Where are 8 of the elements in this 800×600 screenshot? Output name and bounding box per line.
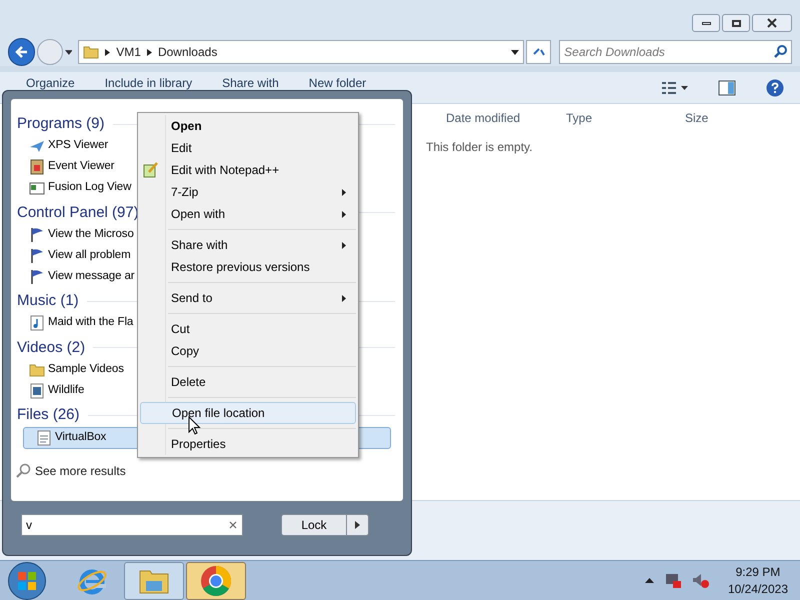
- group-heading: Files (26): [17, 405, 80, 425]
- group-heading: Music (1): [17, 291, 79, 311]
- clock-date: 10/24/2023: [728, 580, 788, 598]
- group-heading: Videos (2): [17, 338, 86, 358]
- empty-folder-message: This folder is empty.: [426, 139, 532, 156]
- group-heading: Control Panel (97): [17, 202, 139, 222]
- group-heading: Programs (9): [17, 114, 105, 134]
- clock-time: 9:29 PM: [736, 564, 780, 580]
